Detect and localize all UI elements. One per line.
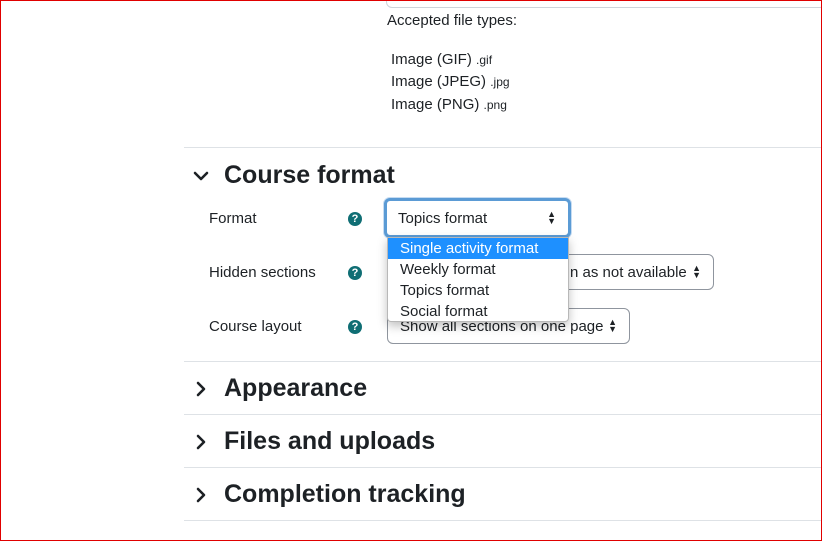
select-arrows-icon: ▲ ▼ xyxy=(608,317,617,334)
format-option[interactable]: Weekly format xyxy=(388,259,568,280)
completion-tracking-section-header[interactable]: Completion tracking xyxy=(192,480,466,509)
appearance-section-header[interactable]: Appearance xyxy=(192,374,367,403)
section-title: Completion tracking xyxy=(224,480,466,508)
chevron-right-icon xyxy=(196,487,206,502)
select-arrows-icon: ▲ ▼ xyxy=(547,209,556,226)
help-icon[interactable]: ? xyxy=(348,320,362,334)
format-label: Format xyxy=(209,210,257,227)
hidden-sections-select-value: n as not available xyxy=(570,263,687,281)
section-title: Appearance xyxy=(224,374,368,402)
help-icon[interactable]: ? xyxy=(348,212,362,226)
section-title: Files and uploads xyxy=(224,427,436,455)
course-layout-label: Course layout xyxy=(209,318,302,335)
format-option[interactable]: Single activity format xyxy=(388,238,568,259)
course-format-section-header[interactable]: Course format xyxy=(192,161,395,190)
file-type-jpeg: Image (JPEG) .jpg xyxy=(391,73,510,90)
files-and-uploads-section-header[interactable]: Files and uploads xyxy=(192,427,435,456)
file-type-png: Image (PNG) .png xyxy=(391,96,507,113)
section-divider xyxy=(184,361,822,362)
section-divider xyxy=(184,147,822,148)
format-option[interactable]: Social format xyxy=(388,301,568,321)
format-dropdown-list: Single activity format Weekly format Top… xyxy=(387,237,569,322)
accepted-file-types-label: Accepted file types: xyxy=(387,12,518,29)
section-divider xyxy=(184,414,822,415)
format-select[interactable]: Topics format ▲ ▼ xyxy=(384,198,571,238)
select-arrows-icon: ▲ ▼ xyxy=(692,263,701,280)
help-icon[interactable]: ? xyxy=(348,266,362,280)
chevron-right-icon xyxy=(196,381,206,396)
chevron-right-icon xyxy=(196,434,206,449)
chevron-down-icon xyxy=(193,171,209,180)
format-select-value: Topics format xyxy=(398,209,488,227)
section-divider xyxy=(184,520,822,521)
file-type-gif: Image (GIF) .gif xyxy=(391,51,493,68)
section-title: Course format xyxy=(224,161,395,189)
format-option[interactable]: Topics format xyxy=(388,280,568,301)
hidden-sections-label: Hidden sections xyxy=(209,264,316,281)
section-divider xyxy=(184,467,822,468)
previous-field-box xyxy=(386,0,822,8)
